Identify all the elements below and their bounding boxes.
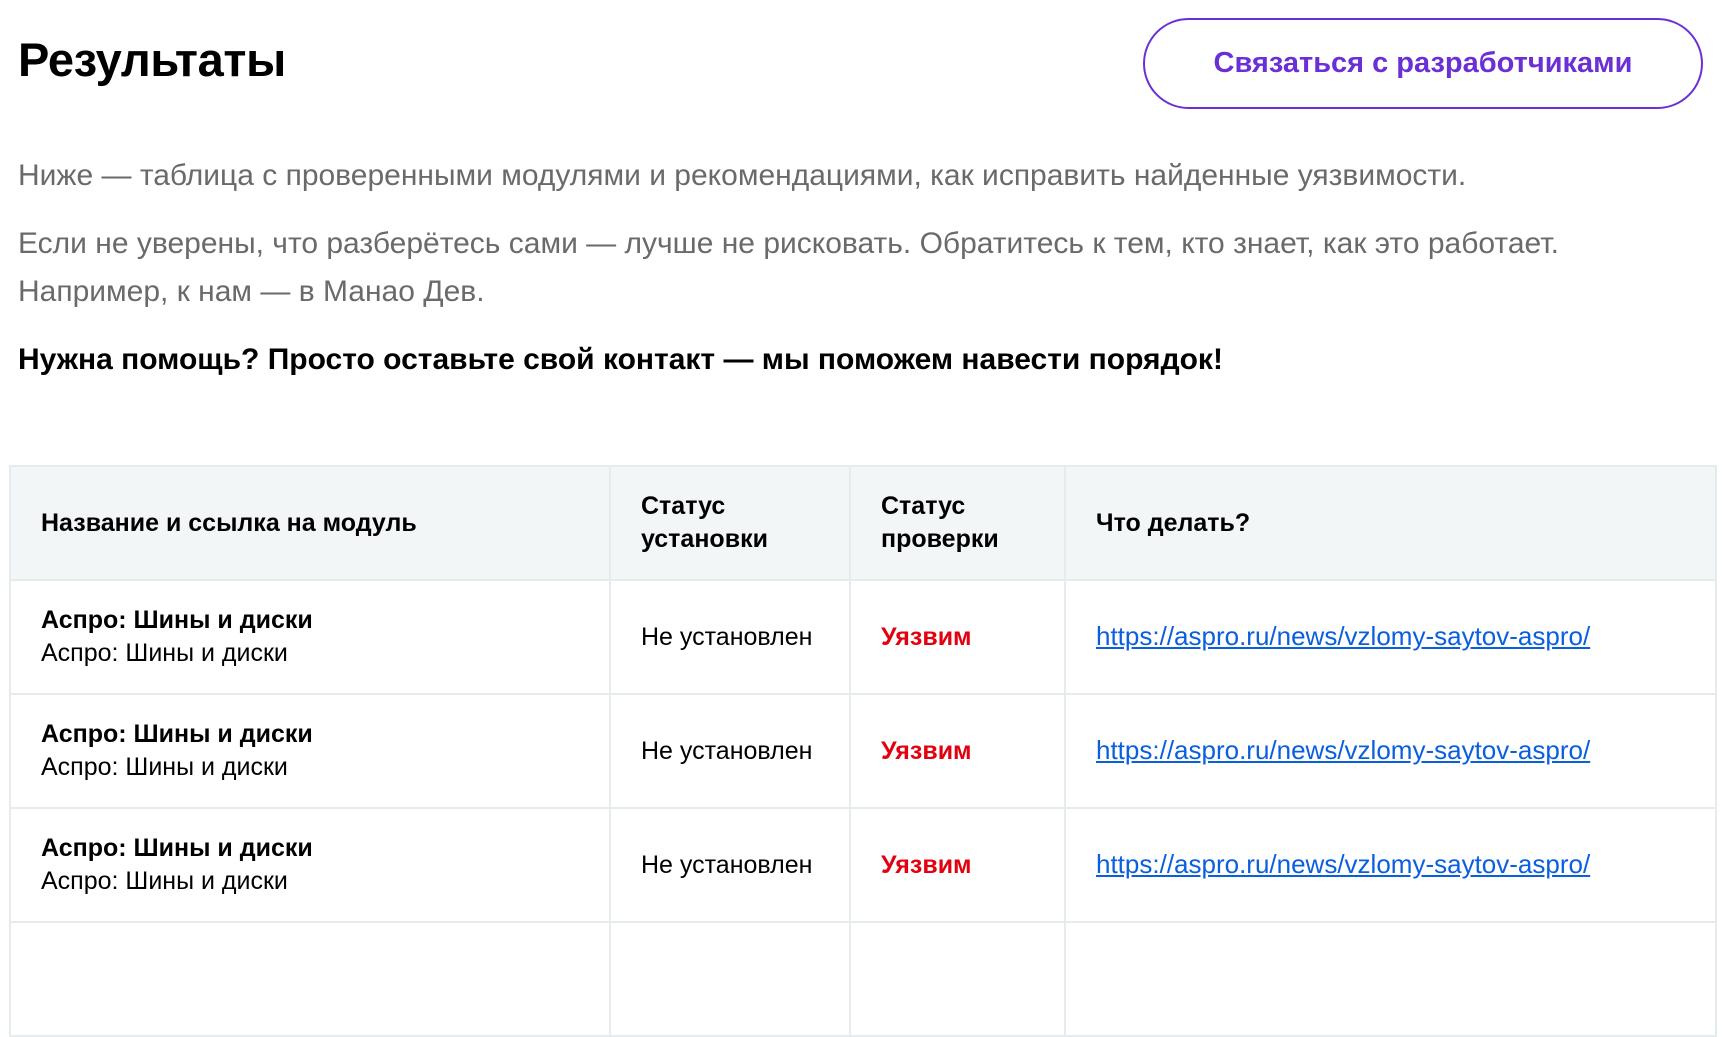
module-cell: Аспро: Шины и диски Аспро: Шины и диски xyxy=(9,807,611,923)
column-header-action: Что делать? xyxy=(1064,465,1717,581)
table-header: Название и ссылка на модуль Статус устан… xyxy=(9,465,1717,581)
action-cell: https://aspro.ru/news/vzlomy-saytov-aspr… xyxy=(1064,807,1717,923)
fix-instructions-link[interactable]: https://aspro.ru/news/vzlomy-saytov-aspr… xyxy=(1096,621,1590,651)
check-status-badge: Уязвим xyxy=(881,850,972,879)
results-table: Название и ссылка на модуль Статус устан… xyxy=(9,465,1717,1037)
check-status-cell: Уязвим xyxy=(849,579,1066,695)
table-row: Аспро: Шины и диски Аспро: Шины и диски … xyxy=(9,807,1717,923)
check-status-badge: Уязвим xyxy=(881,736,972,765)
install-status: Не установлен xyxy=(609,807,851,923)
module-cell: Аспро: Шины и диски Аспро: Шины и диски xyxy=(9,579,611,695)
intro-paragraph-1: Ниже — таблица с проверенными модулями и… xyxy=(18,159,1467,192)
module-subname: Аспро: Шины и диски xyxy=(41,867,288,895)
module-cell: Аспро: Шины и диски Аспро: Шины и диски xyxy=(9,693,611,809)
check-status-cell: Уязвим xyxy=(849,693,1066,809)
fix-instructions-link[interactable]: https://aspro.ru/news/vzlomy-saytov-aspr… xyxy=(1096,849,1590,879)
module-subname: Аспро: Шины и диски xyxy=(41,639,288,667)
column-header-check-status: Статус проверки xyxy=(849,465,1066,581)
module-subname: Аспро: Шины и диски xyxy=(41,753,288,781)
table-row: Аспро: Шины и диски Аспро: Шины и диски … xyxy=(9,693,1717,809)
table-row-partial xyxy=(9,921,1717,1037)
fix-instructions-link[interactable]: https://aspro.ru/news/vzlomy-saytov-aspr… xyxy=(1096,735,1590,765)
column-header-install-status: Статус установки xyxy=(609,465,851,581)
module-name: Аспро: Шины и диски xyxy=(41,720,313,748)
install-status: Не установлен xyxy=(609,693,851,809)
intro-paragraph-2: Если не уверены, что разберётесь сами — … xyxy=(18,227,1559,308)
module-name: Аспро: Шины и диски xyxy=(41,606,313,634)
module-name: Аспро: Шины и диски xyxy=(41,834,313,862)
install-status: Не установлен xyxy=(609,579,851,695)
help-callout: Нужна помощь? Просто оставьте свой конта… xyxy=(18,343,1223,376)
action-cell: https://aspro.ru/news/vzlomy-saytov-aspr… xyxy=(1064,579,1717,695)
table-header-row: Название и ссылка на модуль Статус устан… xyxy=(9,465,1717,581)
table-body: Аспро: Шины и диски Аспро: Шины и диски … xyxy=(9,579,1717,1037)
page-title: Результаты xyxy=(18,33,286,86)
intro-text: Ниже — таблица с проверенными модулями и… xyxy=(18,152,1678,404)
check-status-badge: Уязвим xyxy=(881,622,972,651)
action-cell: https://aspro.ru/news/vzlomy-saytov-aspr… xyxy=(1064,693,1717,809)
results-header: Результаты Связаться с разработчиками xyxy=(0,0,1722,120)
check-status-cell: Уязвим xyxy=(849,807,1066,923)
column-header-module: Название и ссылка на модуль xyxy=(9,465,611,581)
contact-developers-button[interactable]: Связаться с разработчиками xyxy=(1143,18,1703,109)
table-row: Аспро: Шины и диски Аспро: Шины и диски … xyxy=(9,579,1717,695)
